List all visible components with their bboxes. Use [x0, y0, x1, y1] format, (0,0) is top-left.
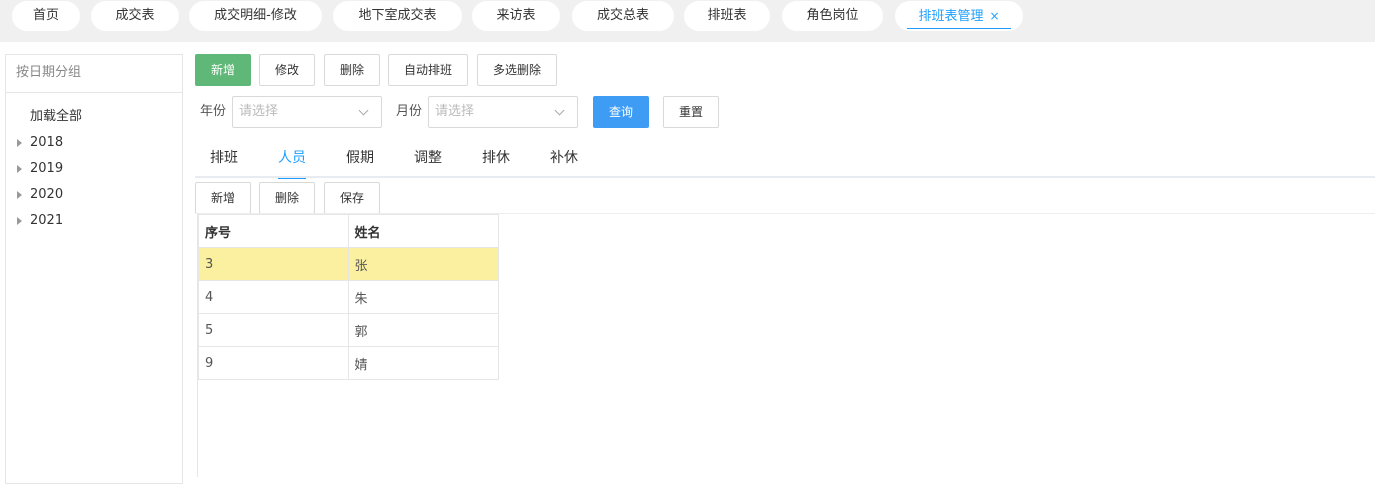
- tab-label: 首页: [32, 8, 59, 23]
- column-header-name[interactable]: 姓名: [347, 214, 499, 248]
- add-button[interactable]: 新增: [195, 54, 251, 86]
- year-placeholder: 请选择: [239, 104, 279, 119]
- tab-label: 来访表: [496, 8, 536, 23]
- delete-button[interactable]: 删除: [324, 54, 380, 86]
- table-row[interactable]: 3 张: [198, 247, 499, 281]
- tab-adjust[interactable]: 调整: [414, 148, 442, 172]
- tab-schedule-sub[interactable]: 排班: [210, 148, 238, 172]
- tab-schedule[interactable]: 排班表: [684, 1, 770, 31]
- top-tab-bar: 首页 成交表 成交明细-修改 地下室成交表 来访表 成交总表 排班表 角色岗位 …: [0, 0, 1375, 42]
- tab-label: 排班表: [707, 8, 747, 23]
- table-row[interactable]: 9 婧: [198, 346, 499, 380]
- tab-roles[interactable]: 角色岗位: [782, 1, 883, 31]
- tab-label: 角色岗位: [806, 8, 859, 23]
- month-label: 月份: [396, 104, 423, 119]
- tree-item-2020[interactable]: 2020: [6, 185, 182, 205]
- cell-name[interactable]: 婧: [347, 346, 499, 380]
- cell-index[interactable]: 9: [198, 346, 349, 380]
- tree-label: 2019: [30, 161, 64, 176]
- staff-table: 序号 姓名 3 张 4 朱 5 郭 9 婧: [198, 214, 499, 380]
- tree-item-2021[interactable]: 2021: [6, 211, 182, 231]
- panel-title: 按日期分组: [6, 55, 182, 93]
- tab-home[interactable]: 首页: [12, 1, 80, 31]
- cell-index[interactable]: 5: [198, 313, 349, 347]
- active-tab-underline: [907, 28, 1011, 29]
- tree-label: 2021: [30, 213, 64, 228]
- subtab-label: 排班: [210, 150, 238, 166]
- caret-right-icon[interactable]: [17, 191, 22, 199]
- table-header-row: 序号 姓名: [198, 214, 499, 248]
- reset-button[interactable]: 重置: [663, 96, 719, 128]
- tab-basement-deals[interactable]: 地下室成交表: [333, 1, 462, 31]
- tab-label: 成交表: [115, 8, 155, 23]
- cell-name[interactable]: 朱: [347, 280, 499, 314]
- month-placeholder: 请选择: [435, 104, 475, 119]
- tab-staff[interactable]: 人员: [278, 148, 306, 179]
- tab-deals[interactable]: 成交表: [91, 1, 179, 31]
- staff-add-button[interactable]: 新增: [195, 182, 251, 214]
- tab-label: 成交明细-修改: [214, 8, 297, 23]
- auto-schedule-button[interactable]: 自动排班: [388, 54, 468, 86]
- tree-label: 加载全部: [30, 109, 83, 124]
- caret-right-icon[interactable]: [17, 139, 22, 147]
- close-icon[interactable]: ×: [989, 9, 999, 23]
- tab-schedule-management[interactable]: 排班表管理 ×: [895, 1, 1023, 31]
- tab-label: 成交总表: [596, 8, 649, 23]
- tab-compensatory-rest[interactable]: 补休: [550, 148, 578, 172]
- tab-holiday[interactable]: 假期: [346, 148, 374, 172]
- tab-deal-detail-edit[interactable]: 成交明细-修改: [189, 1, 322, 31]
- year-label: 年份: [200, 104, 227, 119]
- tab-rest[interactable]: 排休: [482, 148, 510, 172]
- tab-label: 地下室成交表: [358, 8, 437, 23]
- query-button[interactable]: 查询: [593, 96, 649, 128]
- cell-name[interactable]: 郭: [347, 313, 499, 347]
- tab-bar-line: [195, 176, 1375, 178]
- table-row[interactable]: 4 朱: [198, 280, 499, 314]
- multi-delete-button[interactable]: 多选删除: [477, 54, 557, 86]
- subtab-label: 补休: [550, 150, 578, 166]
- caret-right-icon[interactable]: [17, 217, 22, 225]
- cell-name[interactable]: 张: [347, 247, 499, 281]
- tree-label: 2020: [30, 187, 64, 202]
- chevron-down-icon: [554, 105, 565, 116]
- tree-item-2019[interactable]: 2019: [6, 159, 182, 179]
- edit-button[interactable]: 修改: [259, 54, 315, 86]
- tree-label: 2018: [30, 135, 64, 150]
- cell-index[interactable]: 3: [198, 247, 349, 281]
- column-header-index[interactable]: 序号: [198, 214, 349, 248]
- subtab-label: 假期: [346, 150, 374, 166]
- cell-index[interactable]: 4: [198, 280, 349, 314]
- year-select[interactable]: 请选择: [232, 96, 382, 128]
- subtab-label: 调整: [414, 150, 442, 166]
- staff-save-button[interactable]: 保存: [324, 182, 380, 214]
- date-group-panel: 按日期分组 加载全部 2018 2019 2020 2021: [5, 54, 183, 484]
- tab-visits[interactable]: 来访表: [472, 1, 560, 31]
- tree-item-2018[interactable]: 2018: [6, 133, 182, 153]
- tab-deal-summary[interactable]: 成交总表: [572, 1, 674, 31]
- table-row[interactable]: 5 郭: [198, 313, 499, 347]
- tab-label: 排班表管理: [918, 9, 984, 24]
- subtab-label: 排休: [482, 150, 510, 166]
- staff-delete-button[interactable]: 删除: [259, 182, 315, 214]
- month-select[interactable]: 请选择: [428, 96, 578, 128]
- caret-right-icon[interactable]: [17, 165, 22, 173]
- subtab-label: 人员: [278, 150, 306, 166]
- tree-item-load-all[interactable]: 加载全部: [6, 107, 182, 127]
- chevron-down-icon: [358, 105, 369, 116]
